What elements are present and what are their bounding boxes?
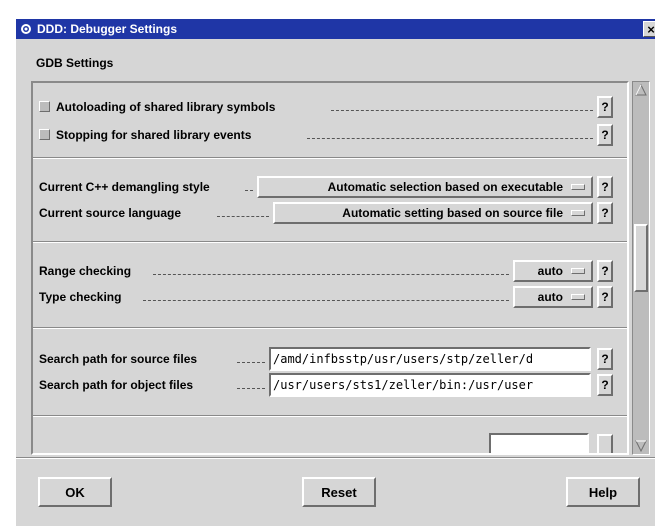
option-menu-indicator-icon [571, 294, 585, 300]
leader-dots [237, 362, 265, 363]
setting-row-type: Type checking auto ? [33, 285, 627, 309]
demangle-label: Current C++ demangling style [39, 180, 210, 194]
separator [33, 327, 627, 329]
debugger-settings-window: DDD: Debugger Settings × GDB Settings Au… [15, 18, 655, 526]
leader-dots [237, 388, 265, 389]
setting-row-autoload: Autoloading of shared library symbols ? [33, 95, 627, 119]
type-checking-value: auto [537, 290, 563, 304]
object-path-label: Search path for object files [39, 378, 194, 392]
range-checking-value: auto [537, 264, 563, 278]
range-checking-label: Range checking [39, 264, 132, 278]
option-menu-indicator-icon [571, 210, 585, 216]
leader-dots [245, 190, 253, 191]
leader-dots [153, 274, 509, 275]
option-menu-indicator-icon [571, 268, 585, 274]
separator [33, 415, 627, 417]
ok-button[interactable]: OK [38, 477, 112, 507]
leader-dots [217, 216, 269, 217]
settings-pane: Autoloading of shared library symbols ? … [31, 81, 629, 455]
help-button-source-path[interactable]: ? [597, 348, 613, 370]
leader-dots [331, 110, 593, 111]
demangle-style-value: Automatic selection based on executable [327, 180, 563, 194]
demangle-style-menu[interactable]: Automatic selection based on executable [257, 176, 593, 198]
help-button-demangle[interactable]: ? [597, 176, 613, 198]
vertical-scrollbar[interactable] [632, 81, 650, 455]
setting-row-object-path: Search path for object files /usr/users/… [33, 373, 627, 397]
ddd-app-icon[interactable] [20, 23, 32, 35]
help-button-range[interactable]: ? [597, 260, 613, 282]
scroll-thumb[interactable] [634, 224, 648, 292]
stop-shlib-checkbox[interactable] [39, 129, 50, 140]
setting-row-demangle: Current C++ demangling style Automatic s… [33, 175, 627, 199]
button-area-separator [16, 457, 655, 459]
help-button-language[interactable]: ? [597, 202, 613, 224]
source-path-label: Search path for source files [39, 352, 198, 366]
type-checking-menu[interactable]: auto [513, 286, 593, 308]
setting-row-stop-shlib: Stopping for shared library events ? [33, 123, 627, 147]
scroll-down-arrow-icon[interactable] [634, 439, 648, 453]
separator [33, 241, 627, 243]
section-title: GDB Settings [36, 56, 114, 70]
type-checking-label: Type checking [39, 290, 122, 304]
source-path-input[interactable]: /amd/infbsstp/usr/users/stp/zeller/d [269, 347, 591, 371]
help-button-object-path[interactable]: ? [597, 374, 613, 396]
object-path-input[interactable]: /usr/users/sts1/zeller/bin:/usr/user [269, 373, 591, 397]
help-button-partial[interactable] [597, 434, 613, 453]
title-bar[interactable]: DDD: Debugger Settings × [16, 19, 655, 39]
setting-row-source-path: Search path for source files /amd/infbss… [33, 347, 627, 371]
source-language-value: Automatic setting based on source file [342, 206, 563, 220]
leader-dots [307, 138, 593, 139]
window-title: DDD: Debugger Settings [37, 22, 178, 36]
language-label: Current source language [39, 206, 182, 220]
setting-row-range: Range checking auto ? [33, 259, 627, 283]
help-button-stop-shlib[interactable]: ? [597, 124, 613, 146]
autoload-label: Autoloading of shared library symbols [56, 100, 276, 114]
scroll-up-arrow-icon[interactable] [634, 83, 648, 97]
close-icon[interactable]: × [643, 21, 655, 37]
help-button[interactable]: Help [566, 477, 640, 507]
reset-button[interactable]: Reset [302, 477, 376, 507]
separator [33, 157, 627, 159]
option-menu-indicator-icon [571, 184, 585, 190]
stop-shlib-label: Stopping for shared library events [56, 128, 252, 142]
autoload-checkbox[interactable] [39, 101, 50, 112]
source-language-menu[interactable]: Automatic setting based on source file [273, 202, 593, 224]
range-checking-menu[interactable]: auto [513, 260, 593, 282]
help-button-type[interactable]: ? [597, 286, 613, 308]
help-button-autoload[interactable]: ? [597, 96, 613, 118]
setting-row-partial [33, 433, 627, 453]
leader-dots [143, 300, 509, 301]
setting-row-language: Current source language Automatic settin… [33, 201, 627, 225]
partial-field[interactable] [489, 433, 589, 453]
